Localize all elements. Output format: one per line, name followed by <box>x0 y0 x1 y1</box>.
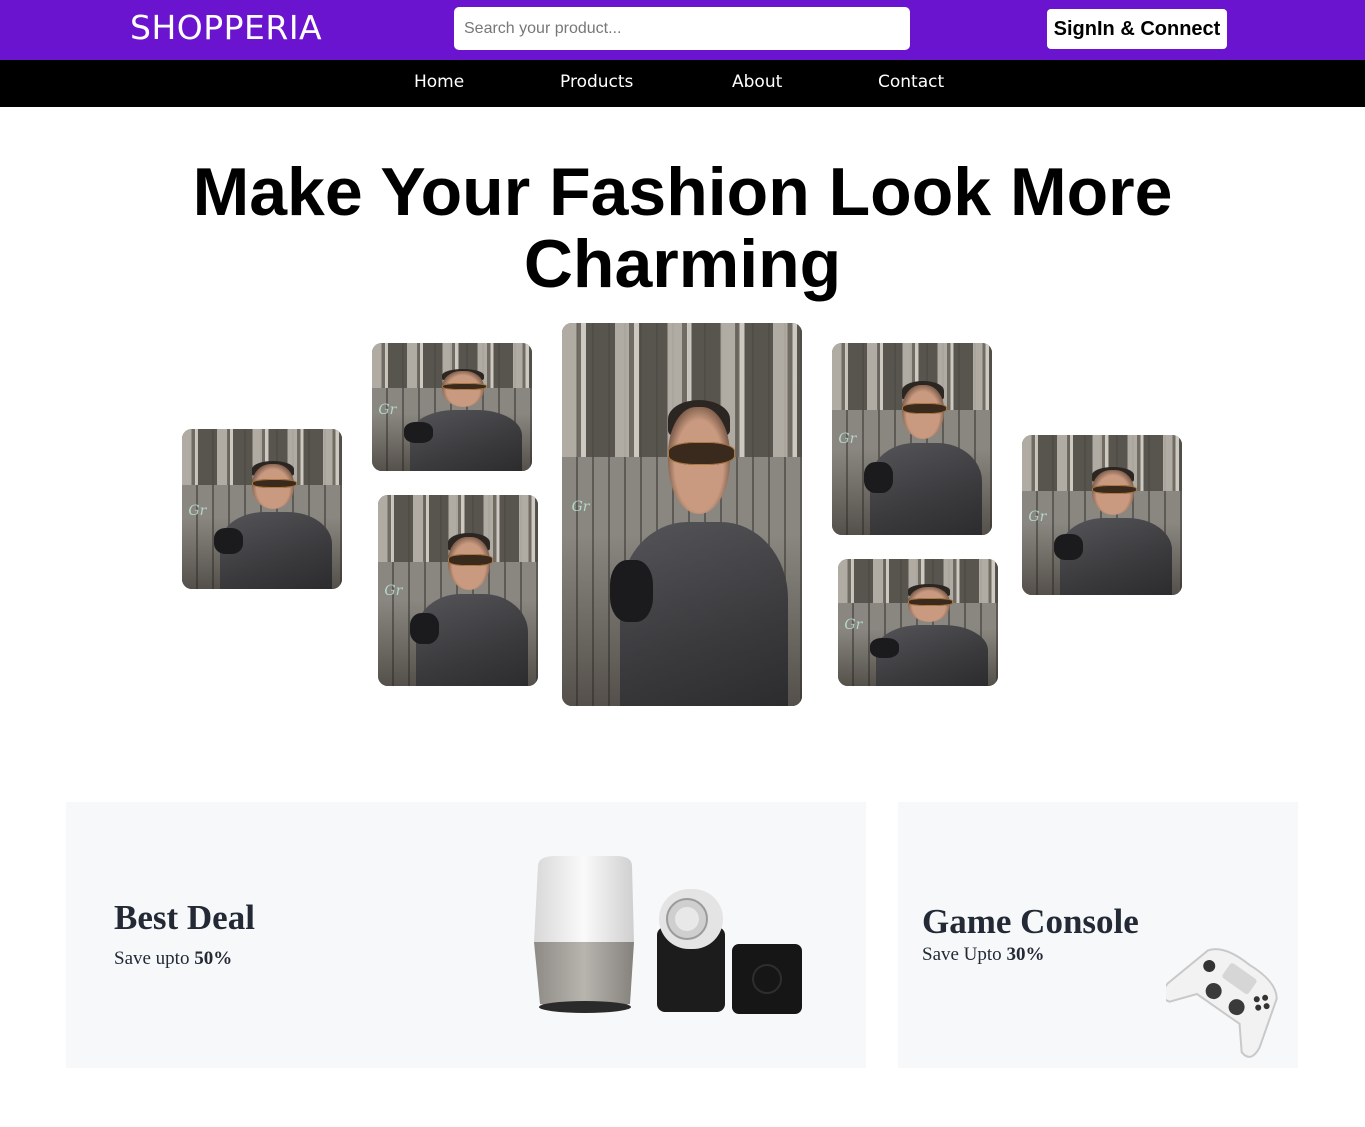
game-console-card[interactable]: Game Console Save Upto 30% <box>898 802 1298 1068</box>
game-controller-icon <box>1166 948 1278 1058</box>
top-header: SHOPPERIA SignIn & Connect <box>0 0 1365 60</box>
gallery-photo[interactable]: Gr <box>182 429 342 589</box>
gallery-photo[interactable]: Gr <box>832 343 992 535</box>
gallery-photo[interactable]: Gr <box>1022 435 1182 595</box>
gallery-photo[interactable]: Gr <box>838 559 998 686</box>
signin-button[interactable]: SignIn & Connect <box>1047 9 1227 49</box>
smart-lock-icon <box>657 889 725 1012</box>
main-nav: Home Products About Contact <box>0 60 1365 107</box>
search-input[interactable] <box>454 7 910 50</box>
brand-logo[interactable]: SHOPPERIA <box>130 8 322 47</box>
hero-title: Make Your Fashion Look More Charming <box>192 154 1173 302</box>
nav-products[interactable]: Products <box>560 72 633 92</box>
gallery-photo[interactable]: Gr <box>372 343 532 471</box>
gallery-photo-main[interactable]: Gr <box>562 323 802 706</box>
smart-speaker-icon <box>534 856 634 1013</box>
best-deal-card[interactable]: Best Deal Save upto 50% <box>66 802 866 1068</box>
nav-home[interactable]: Home <box>414 72 464 92</box>
best-deal-title: Best Deal <box>114 898 255 937</box>
gallery-photo[interactable]: Gr <box>378 495 538 686</box>
smart-hub-icon <box>732 944 802 1014</box>
nav-about[interactable]: About <box>732 72 782 92</box>
game-console-subtitle: Save Upto 30% <box>922 944 1045 965</box>
game-console-title: Game Console <box>922 902 1139 941</box>
nav-contact[interactable]: Contact <box>878 72 944 92</box>
best-deal-subtitle: Save upto 50% <box>114 948 233 969</box>
